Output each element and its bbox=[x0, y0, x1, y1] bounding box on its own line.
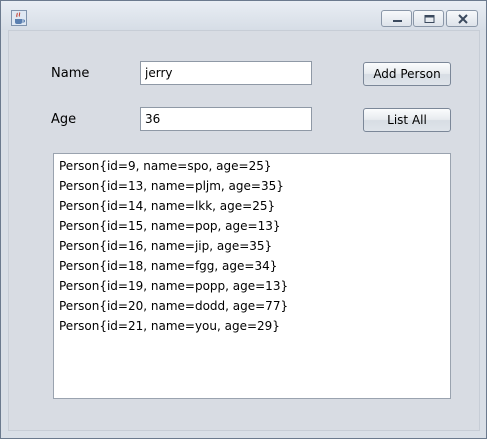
results-text-area[interactable]: Person{id=9, name=spo, age=25} Person{id… bbox=[53, 153, 451, 399]
add-person-button[interactable]: Add Person bbox=[363, 62, 451, 86]
minimize-button[interactable] bbox=[381, 10, 412, 27]
app-window: Name Add Person Age List All Person{id=9… bbox=[0, 0, 487, 439]
age-label: Age bbox=[51, 112, 77, 127]
age-field[interactable] bbox=[140, 107, 312, 131]
minimize-icon bbox=[393, 20, 402, 22]
close-button[interactable] bbox=[446, 10, 478, 27]
maximize-icon bbox=[424, 15, 435, 23]
list-item: Person{id=16, name=jip, age=35} bbox=[59, 239, 273, 253]
list-item: Person{id=14, name=lkk, age=25} bbox=[59, 199, 276, 213]
close-icon bbox=[458, 14, 468, 24]
java-cup-icon bbox=[11, 10, 27, 26]
list-item: Person{id=19, name=popp, age=13} bbox=[59, 279, 289, 293]
list-item: Person{id=21, name=you, age=29} bbox=[59, 319, 280, 333]
name-label: Name bbox=[51, 66, 90, 81]
list-item: Person{id=13, name=pljm, age=35} bbox=[59, 179, 284, 193]
list-all-button[interactable]: List All bbox=[363, 108, 451, 132]
title-bar[interactable] bbox=[1, 1, 486, 30]
list-item: Person{id=15, name=pop, age=13} bbox=[59, 219, 281, 233]
list-item: Person{id=20, name=dodd, age=77} bbox=[59, 299, 289, 313]
list-item: Person{id=18, name=fgg, age=34} bbox=[59, 259, 278, 273]
list-item: Person{id=9, name=spo, age=25} bbox=[59, 159, 272, 173]
maximize-button[interactable] bbox=[413, 10, 444, 27]
name-field[interactable] bbox=[140, 61, 312, 85]
